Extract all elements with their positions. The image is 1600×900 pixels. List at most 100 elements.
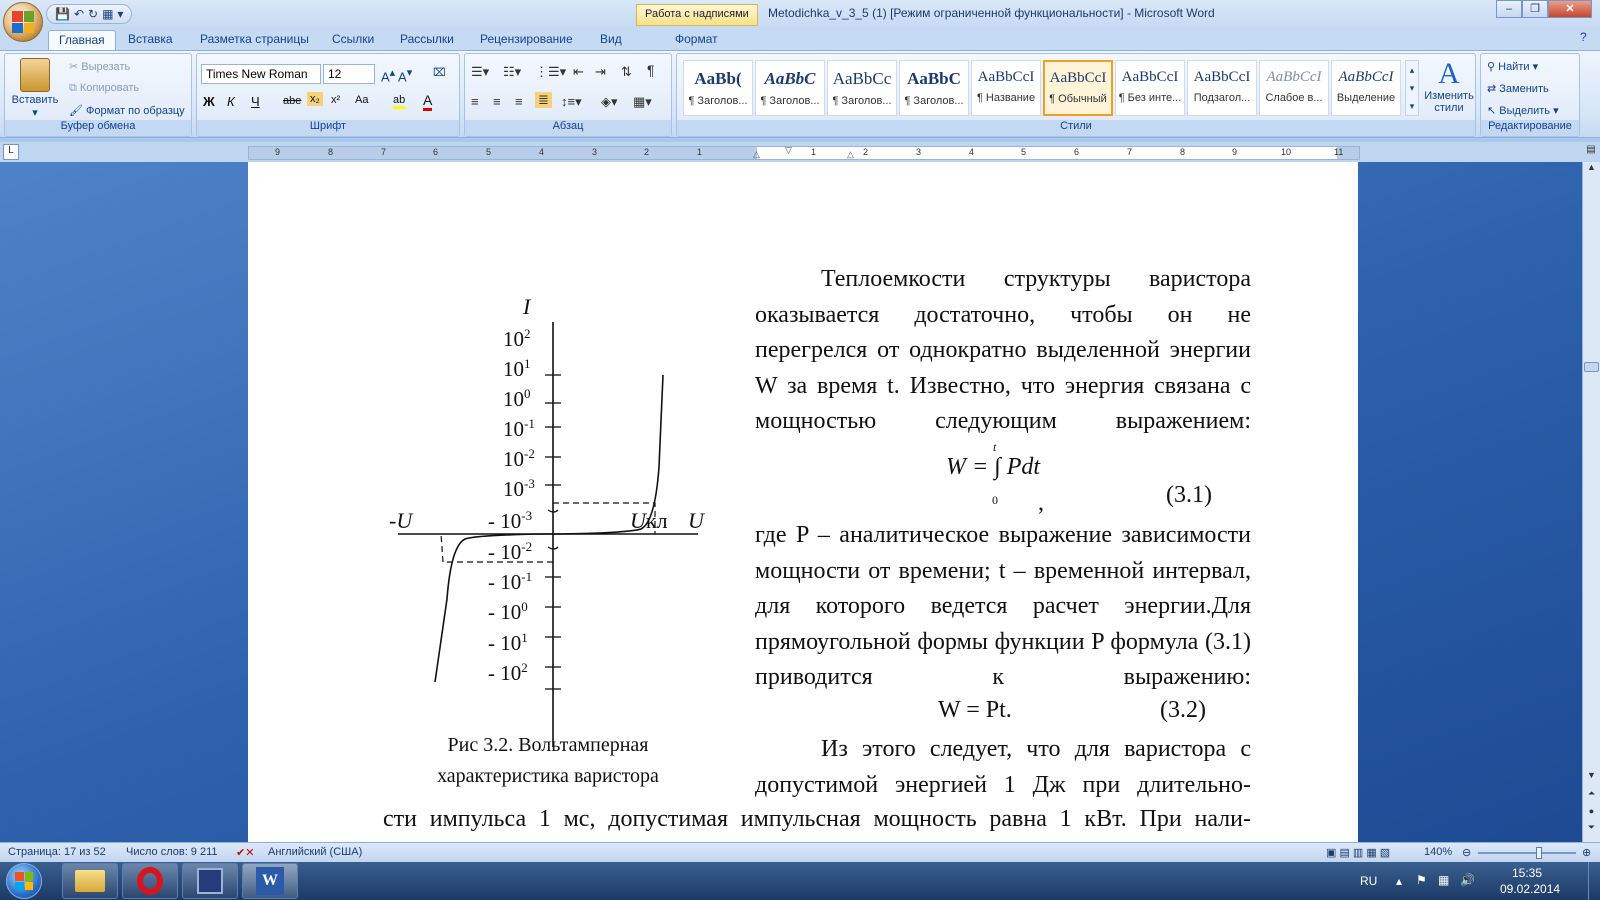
view-buttons[interactable]: ▣ ▤ ▥ ▦ ▧ bbox=[1326, 846, 1390, 859]
zoom-in-icon[interactable]: ⊕ bbox=[1582, 846, 1591, 859]
subscript-button[interactable]: x₂ bbox=[307, 92, 323, 106]
numbering-icon[interactable]: ☷▾ bbox=[503, 64, 521, 80]
start-button[interactable] bbox=[6, 863, 42, 899]
taskbar-save-app[interactable] bbox=[182, 863, 238, 899]
zoom-slider[interactable] bbox=[1478, 847, 1576, 859]
font-size-select[interactable]: 12 bbox=[323, 64, 375, 84]
taskbar-word[interactable]: W bbox=[242, 863, 298, 899]
multilevel-list-icon[interactable]: ⋮☰▾ bbox=[535, 64, 566, 80]
select-button[interactable]: ↖ Выделить ▾ bbox=[1487, 104, 1559, 117]
document-page[interactable]: Теплоемкости структуры варистора оказыва… bbox=[248, 162, 1358, 842]
minimize-button[interactable]: – bbox=[1496, 0, 1522, 18]
decrease-indent-icon[interactable]: ⇤ bbox=[573, 64, 584, 80]
style-title[interactable]: AaBbCcI ¶ Название bbox=[971, 60, 1041, 116]
clock-date[interactable]: 09.02.2014 bbox=[1500, 882, 1560, 896]
style-heading-3[interactable]: AaBbCc ¶ Заголов... bbox=[827, 60, 897, 116]
taskbar-opera[interactable] bbox=[122, 863, 178, 899]
help-icon[interactable]: ? bbox=[1580, 30, 1587, 50]
scroll-down-icon[interactable]: ▼ bbox=[1583, 770, 1600, 780]
tab-selector-icon[interactable]: L bbox=[3, 144, 19, 160]
tab-format[interactable]: Формат bbox=[665, 30, 728, 50]
language-indicator[interactable]: Английский (США) bbox=[268, 846, 362, 858]
clock-time[interactable]: 15:35 bbox=[1512, 866, 1542, 880]
find-button[interactable]: ⚲ Найти ▾ bbox=[1487, 60, 1538, 73]
office-button[interactable] bbox=[3, 2, 43, 42]
justify-icon[interactable]: ≣ bbox=[535, 92, 552, 108]
zoom-level[interactable]: 140% bbox=[1424, 846, 1452, 858]
style-no-spacing[interactable]: AaBbCcI ¶ Без инте... bbox=[1115, 60, 1185, 116]
highlight-icon[interactable]: ab bbox=[393, 94, 406, 109]
zoom-slider-thumb[interactable] bbox=[1536, 847, 1542, 859]
bullets-icon[interactable]: ☰▾ bbox=[471, 64, 489, 80]
ruler-toggle-icon[interactable]: ▤ bbox=[1584, 144, 1598, 160]
cut-button[interactable]: ✂ Вырезать bbox=[69, 60, 130, 73]
page-counter[interactable]: Страница: 17 из 52 bbox=[8, 846, 106, 858]
horizontal-ruler[interactable]: 9 8 7 6 5 4 3 2 1 1 2 3 4 5 6 7 8 9 10 1… bbox=[248, 145, 1360, 160]
underline-button[interactable]: Ч bbox=[251, 94, 260, 109]
replace-button[interactable]: ⇄ Заменить bbox=[1487, 82, 1549, 95]
redo-icon[interactable]: ↻ bbox=[88, 7, 98, 21]
tab-page-layout[interactable]: Разметка страницы bbox=[190, 30, 319, 50]
line-spacing-icon[interactable]: ↕≡▾ bbox=[561, 94, 582, 110]
styles-scroll[interactable]: ▴ ▾ ▾ bbox=[1405, 60, 1419, 116]
print-preview-icon[interactable]: ▦ bbox=[102, 7, 113, 21]
tab-references[interactable]: Ссылки bbox=[322, 30, 384, 50]
style-heading-2[interactable]: AaBbC ¶ Заголов... bbox=[755, 60, 825, 116]
undo-icon[interactable]: ↶ bbox=[74, 7, 84, 21]
right-indent-icon[interactable]: △ bbox=[847, 149, 854, 160]
save-icon[interactable]: 💾 bbox=[55, 7, 70, 21]
vertical-scrollbar[interactable]: ▲ ▼ ⏶ ● ⏷ bbox=[1582, 162, 1600, 842]
increase-indent-icon[interactable]: ⇥ bbox=[595, 64, 606, 80]
align-right-icon[interactable]: ≡ bbox=[515, 94, 523, 109]
style-heading-4[interactable]: AaBbC ¶ Заголов... bbox=[899, 60, 969, 116]
tab-review[interactable]: Рецензирование bbox=[470, 30, 583, 50]
borders-icon[interactable]: ▦▾ bbox=[633, 94, 652, 110]
format-painter-button[interactable]: 🖌 Формат по образцу bbox=[69, 104, 185, 117]
shading-icon[interactable]: ◈▾ bbox=[601, 94, 618, 110]
align-center-icon[interactable]: ≡ bbox=[493, 94, 501, 109]
zoom-out-icon[interactable]: ⊖ bbox=[1462, 846, 1471, 859]
close-button[interactable]: ✕ bbox=[1548, 0, 1592, 18]
scroll-up-icon[interactable]: ▲ bbox=[1583, 162, 1600, 178]
tab-view[interactable]: Вид bbox=[590, 30, 632, 50]
show-hidden-icons-icon[interactable]: ▴ bbox=[1396, 874, 1402, 888]
copy-button[interactable]: ⧉ Копировать bbox=[69, 82, 139, 95]
action-center-icon[interactable]: ⚑ bbox=[1416, 873, 1427, 887]
network-icon[interactable]: ▦ bbox=[1438, 873, 1449, 887]
font-name-select[interactable]: Times New Roman bbox=[201, 64, 321, 84]
grow-font-button[interactable]: A▴ A▾ bbox=[381, 66, 412, 84]
tab-mailings[interactable]: Рассылки bbox=[390, 30, 464, 50]
align-left-icon[interactable]: ≡ bbox=[471, 94, 479, 109]
maximize-button[interactable]: ❐ bbox=[1522, 0, 1548, 18]
pilcrow-icon[interactable]: ¶ bbox=[647, 62, 655, 78]
next-page-icon[interactable]: ⏷ bbox=[1583, 822, 1600, 833]
customize-qat-icon[interactable]: ▾ bbox=[117, 7, 123, 21]
tab-home[interactable]: Главная bbox=[48, 30, 116, 50]
change-styles-button[interactable]: A Изменить стили bbox=[1423, 58, 1475, 115]
word-count[interactable]: Число слов: 9 211 bbox=[126, 846, 218, 858]
prev-page-icon[interactable]: ⏶ bbox=[1583, 788, 1600, 799]
italic-button[interactable]: К bbox=[227, 94, 235, 109]
superscript-button[interactable]: x² bbox=[331, 94, 340, 106]
font-color-icon[interactable]: A bbox=[423, 92, 433, 111]
paste-button[interactable]: Вставить ▾ bbox=[9, 58, 61, 119]
first-line-indent-icon[interactable]: ▽ bbox=[785, 145, 792, 156]
clear-format-icon[interactable]: ⌧ bbox=[433, 66, 446, 79]
change-case-button[interactable]: Aa bbox=[355, 94, 368, 106]
show-desktop-button[interactable] bbox=[1588, 862, 1600, 900]
language-indicator-tray[interactable]: RU bbox=[1360, 874, 1377, 888]
tab-insert[interactable]: Вставка bbox=[118, 30, 183, 50]
style-subtle-emphasis[interactable]: AaBbCcI Слабое в... bbox=[1259, 60, 1329, 116]
browse-object-icon[interactable]: ● bbox=[1583, 806, 1600, 816]
indent-marker-icon[interactable]: △ bbox=[753, 149, 760, 160]
bold-button[interactable]: Ж bbox=[203, 94, 215, 109]
sort-icon[interactable]: ⇅ bbox=[621, 64, 632, 80]
strikethrough-button[interactable]: abe bbox=[283, 95, 301, 107]
style-emphasis[interactable]: AaBbCcI Выделение bbox=[1331, 60, 1401, 116]
style-normal[interactable]: AaBbCcI ¶ Обычный bbox=[1043, 60, 1113, 116]
volume-icon[interactable]: 🔊 bbox=[1460, 873, 1475, 887]
taskbar-explorer[interactable] bbox=[62, 863, 118, 899]
style-heading-1[interactable]: AaBb(¶ Заголов... bbox=[683, 60, 753, 116]
proofing-icon[interactable]: ✔✕ bbox=[236, 846, 254, 859]
style-subtitle[interactable]: AaBbCcI Подзагол... bbox=[1187, 60, 1257, 116]
